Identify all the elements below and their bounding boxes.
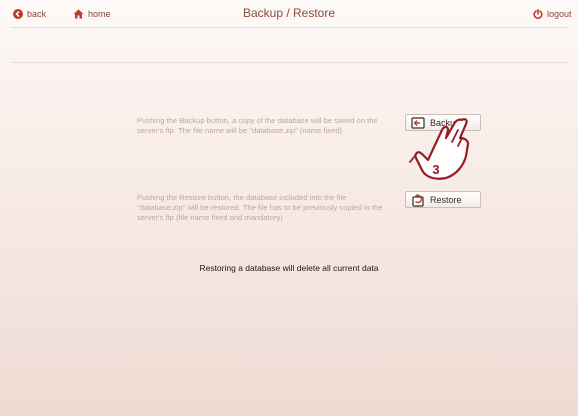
power-icon [533, 9, 543, 19]
logout-label: logout [547, 9, 572, 19]
data-loss-warning: Restoring a database will delete all cur… [199, 263, 379, 273]
toolbar-divider [10, 62, 568, 63]
backup-description: Pushing the Backup button, a copy of the… [137, 116, 378, 135]
restore-description: Pushing the Restore button, the database… [137, 193, 383, 222]
restore-icon [412, 193, 424, 207]
logout-button[interactable]: logout [533, 9, 572, 19]
restore-button-label: Restore [430, 194, 462, 205]
restore-button[interactable]: Restore [405, 191, 481, 208]
hand-pointer-callout: 3 [402, 116, 482, 186]
header-divider [10, 27, 568, 28]
backup-restore-screen: back home Backup / Restore logout Pushin… [0, 0, 578, 416]
top-bar: back home Backup / Restore logout [0, 0, 578, 26]
page-title: Backup / Restore [242, 6, 336, 20]
callout-step-number: 3 [432, 162, 440, 177]
